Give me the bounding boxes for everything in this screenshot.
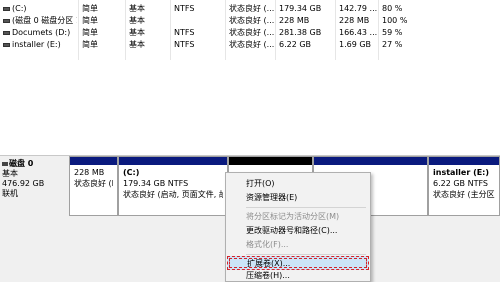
menu-separator xyxy=(246,207,366,208)
menu-item-mark-active[interactable]: 将分区标记为活动分区(M) xyxy=(227,210,369,224)
partition-efi[interactable]: 228 MB 状态良好 (EFI xyxy=(69,156,118,216)
menu-item-explorer[interactable]: 资源管理器(E) xyxy=(227,191,369,205)
menu-item-format[interactable]: 格式化(F)... xyxy=(227,238,369,252)
volume-layout: 简单 xyxy=(82,4,98,13)
partition-bar xyxy=(314,157,427,165)
volume-icon xyxy=(3,30,10,35)
volume-free: 166.43 ... xyxy=(339,28,377,37)
volume-type: 基本 xyxy=(129,16,145,25)
volume-status: 状态良好 (... xyxy=(229,4,275,13)
volume-type: 基本 xyxy=(129,40,145,49)
partition-size: 179.34 GB NTFS xyxy=(123,179,189,188)
context-menu: 打开(O) 资源管理器(E) 将分区标记为活动分区(M) 更改驱动器号和路径(C… xyxy=(225,172,371,282)
menu-item-shrink-volume[interactable]: 压缩卷(H)... xyxy=(227,270,369,282)
volume-capacity: 281.38 GB xyxy=(279,28,322,37)
volume-free-pct: 100 % xyxy=(382,16,408,25)
volume-icon xyxy=(3,18,10,23)
volume-list: (C:) 简单 基本 NTFS 状态良好 (... 179.34 GB 142.… xyxy=(0,0,500,60)
menu-item-open[interactable]: 打开(O) xyxy=(227,177,369,191)
disk-title: 磁盘 0 xyxy=(9,159,34,168)
volume-fs: NTFS xyxy=(174,28,195,37)
partition-bar xyxy=(429,157,499,165)
volume-free: 1.69 GB xyxy=(339,40,372,49)
partition-bar xyxy=(70,157,117,165)
volume-name: (磁盘 0 磁盘分区 1) xyxy=(12,16,77,25)
volume-type: 基本 xyxy=(129,28,145,37)
menu-item-change-drive-letter[interactable]: 更改驱动器号和路径(C)... xyxy=(227,224,369,238)
volume-capacity: 179.34 GB xyxy=(279,4,322,13)
partition-c[interactable]: (C:) 179.34 GB NTFS 状态良好 (启动, 页面文件, 故障 xyxy=(118,156,228,216)
partition-size: 6.22 GB NTFS xyxy=(433,179,488,188)
volume-free: 228 MB xyxy=(339,16,370,25)
volume-status: 状态良好 (... xyxy=(229,28,275,37)
volume-name: Documets (D:) xyxy=(12,28,71,37)
partition-e[interactable]: installer (E:) 6.22 GB NTFS 状态良好 (主分区) xyxy=(428,156,500,216)
volume-free: 142.79 ... xyxy=(339,4,377,13)
partition-status: 状态良好 (EFI xyxy=(74,179,113,188)
volume-layout: 简单 xyxy=(82,28,98,37)
partition-name: (C:) xyxy=(123,168,140,177)
menu-item-extend-volume[interactable]: 扩展卷(X)... xyxy=(227,256,369,270)
partition-bar xyxy=(229,157,312,165)
volume-fs xyxy=(174,15,222,27)
volume-free-pct: 59 % xyxy=(382,28,403,37)
volume-fs: NTFS xyxy=(174,40,195,49)
volume-icon xyxy=(3,42,10,47)
volume-type: 基本 xyxy=(129,4,145,13)
partition-size: 228 MB xyxy=(74,168,105,177)
volume-capacity: 228 MB xyxy=(279,16,310,25)
empty-list-area xyxy=(0,60,500,155)
volume-free-pct: 80 % xyxy=(382,4,403,13)
partition-status: 状态良好 (主分区) xyxy=(433,190,495,199)
disk-type: 基本 xyxy=(2,169,18,178)
volume-name: installer (E:) xyxy=(12,40,61,49)
volume-free-pct: 27 % xyxy=(382,40,403,49)
volume-icon xyxy=(3,6,10,11)
volume-status: 状态良好 (... xyxy=(229,40,275,49)
partition-name: installer (E:) xyxy=(433,168,490,177)
volume-row[interactable]: (磁盘 0 磁盘分区 1) 简单 基本 状态良好 (... 228 MB 228… xyxy=(0,15,500,27)
volume-layout: 简单 xyxy=(82,40,98,49)
disk-size: 476.92 GB xyxy=(2,179,45,188)
volume-capacity: 6.22 GB xyxy=(279,40,312,49)
disk-icon xyxy=(2,161,8,166)
volume-status: 状态良好 (... xyxy=(229,16,275,25)
menu-separator xyxy=(246,254,366,255)
volume-row[interactable]: (C:) 简单 基本 NTFS 状态良好 (... 179.34 GB 142.… xyxy=(0,3,500,15)
volume-row[interactable]: installer (E:) 简单 基本 NTFS 状态良好 (... 6.22… xyxy=(0,39,500,51)
partition-status: 状态良好 (启动, 页面文件, 故障 xyxy=(123,190,223,199)
volume-name: (C:) xyxy=(12,4,27,13)
disk-state: 联机 xyxy=(2,189,18,198)
disk-label[interactable]: 磁盘 0 基本 476.92 GB 联机 xyxy=(0,157,67,221)
volume-fs: NTFS xyxy=(174,4,195,13)
volume-row[interactable]: Documets (D:) 简单 基本 NTFS 状态良好 (... 281.3… xyxy=(0,27,500,39)
volume-layout: 简单 xyxy=(82,16,98,25)
partition-bar xyxy=(119,157,227,165)
